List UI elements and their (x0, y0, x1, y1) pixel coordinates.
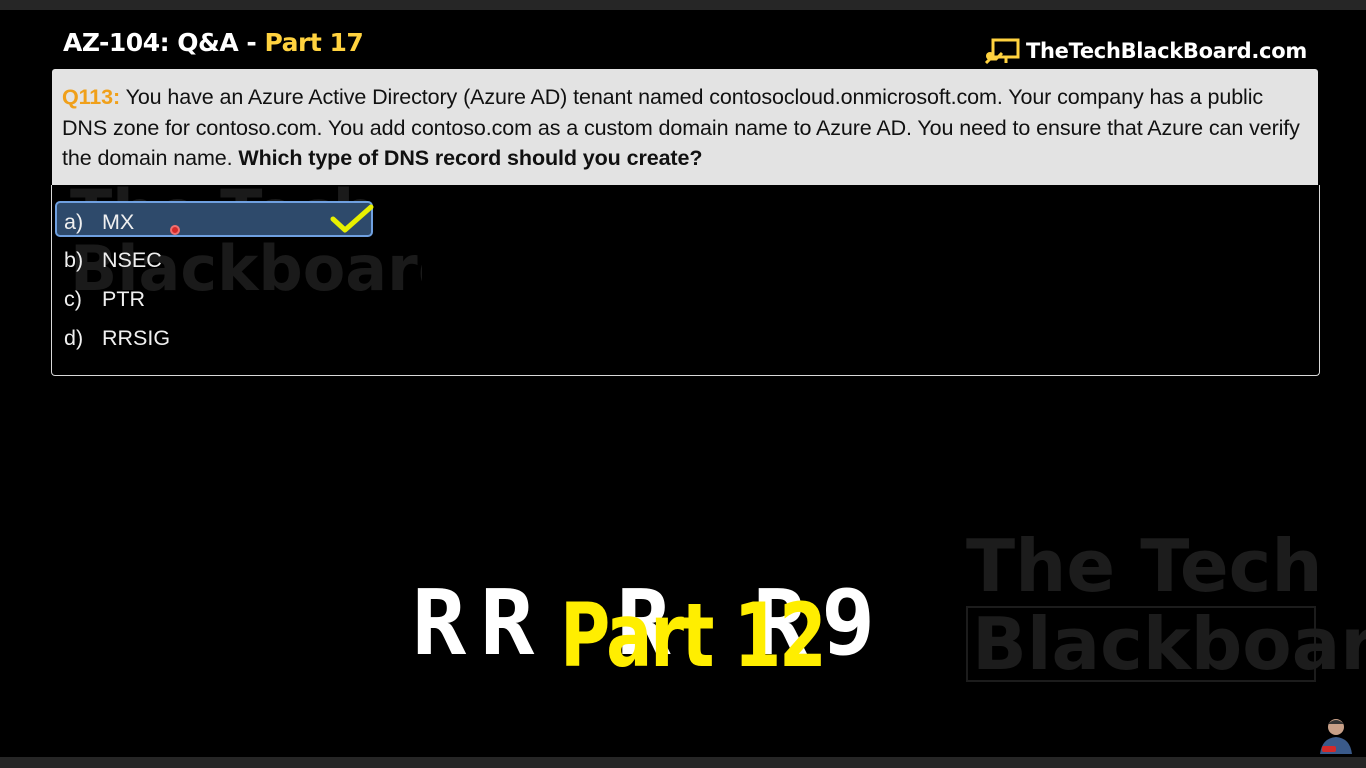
title-separator: - (238, 28, 265, 57)
brand-name: TheTechBlackBoard.com (1026, 39, 1307, 63)
brand-logo: TheTechBlackBoard.com (984, 36, 1307, 66)
title-part: Part 17 (264, 28, 364, 57)
answer-option-c[interactable]: c) PTR (64, 287, 145, 312)
title-main: AZ-104: Q&A (63, 28, 239, 57)
mouse-cursor-indicator (170, 225, 180, 235)
option-letter: b) (64, 248, 84, 272)
answer-option-a[interactable]: a) MX (64, 210, 134, 235)
question-number: Q113: (62, 85, 121, 109)
watermark-line2: Blackboard (966, 606, 1366, 682)
bottom-bar (0, 757, 1366, 768)
checkmark-icon (330, 204, 374, 233)
option-letter: d) (64, 326, 84, 350)
answer-options-panel: The Tech Blackboard a) MX b) NSEC c) PTR… (51, 185, 1320, 376)
corner-watermark: The Tech Blackboard (966, 530, 1366, 690)
option-letter: a) (64, 210, 84, 234)
option-text: NSEC (102, 248, 162, 272)
watermark-line1: The Tech (966, 524, 1323, 608)
option-letter: c) (64, 287, 82, 311)
chalkboard-icon (984, 38, 1020, 64)
option-text: PTR (102, 287, 145, 311)
question-box: Q113: You have an Azure Active Directory… (52, 69, 1318, 185)
answer-option-b[interactable]: b) NSEC (64, 248, 162, 273)
answer-option-d[interactable]: d) RRSIG (64, 326, 170, 351)
question-ask: Which type of DNS record should you crea… (238, 146, 703, 170)
page-title: AZ-104: Q&A - Part 17 (63, 28, 364, 57)
option-text: MX (102, 210, 135, 234)
option-text: RRSIG (102, 326, 171, 350)
part-overlay-label: Part 12 (560, 584, 827, 687)
top-bar (0, 0, 1366, 10)
presenter-avatar (1320, 719, 1352, 754)
